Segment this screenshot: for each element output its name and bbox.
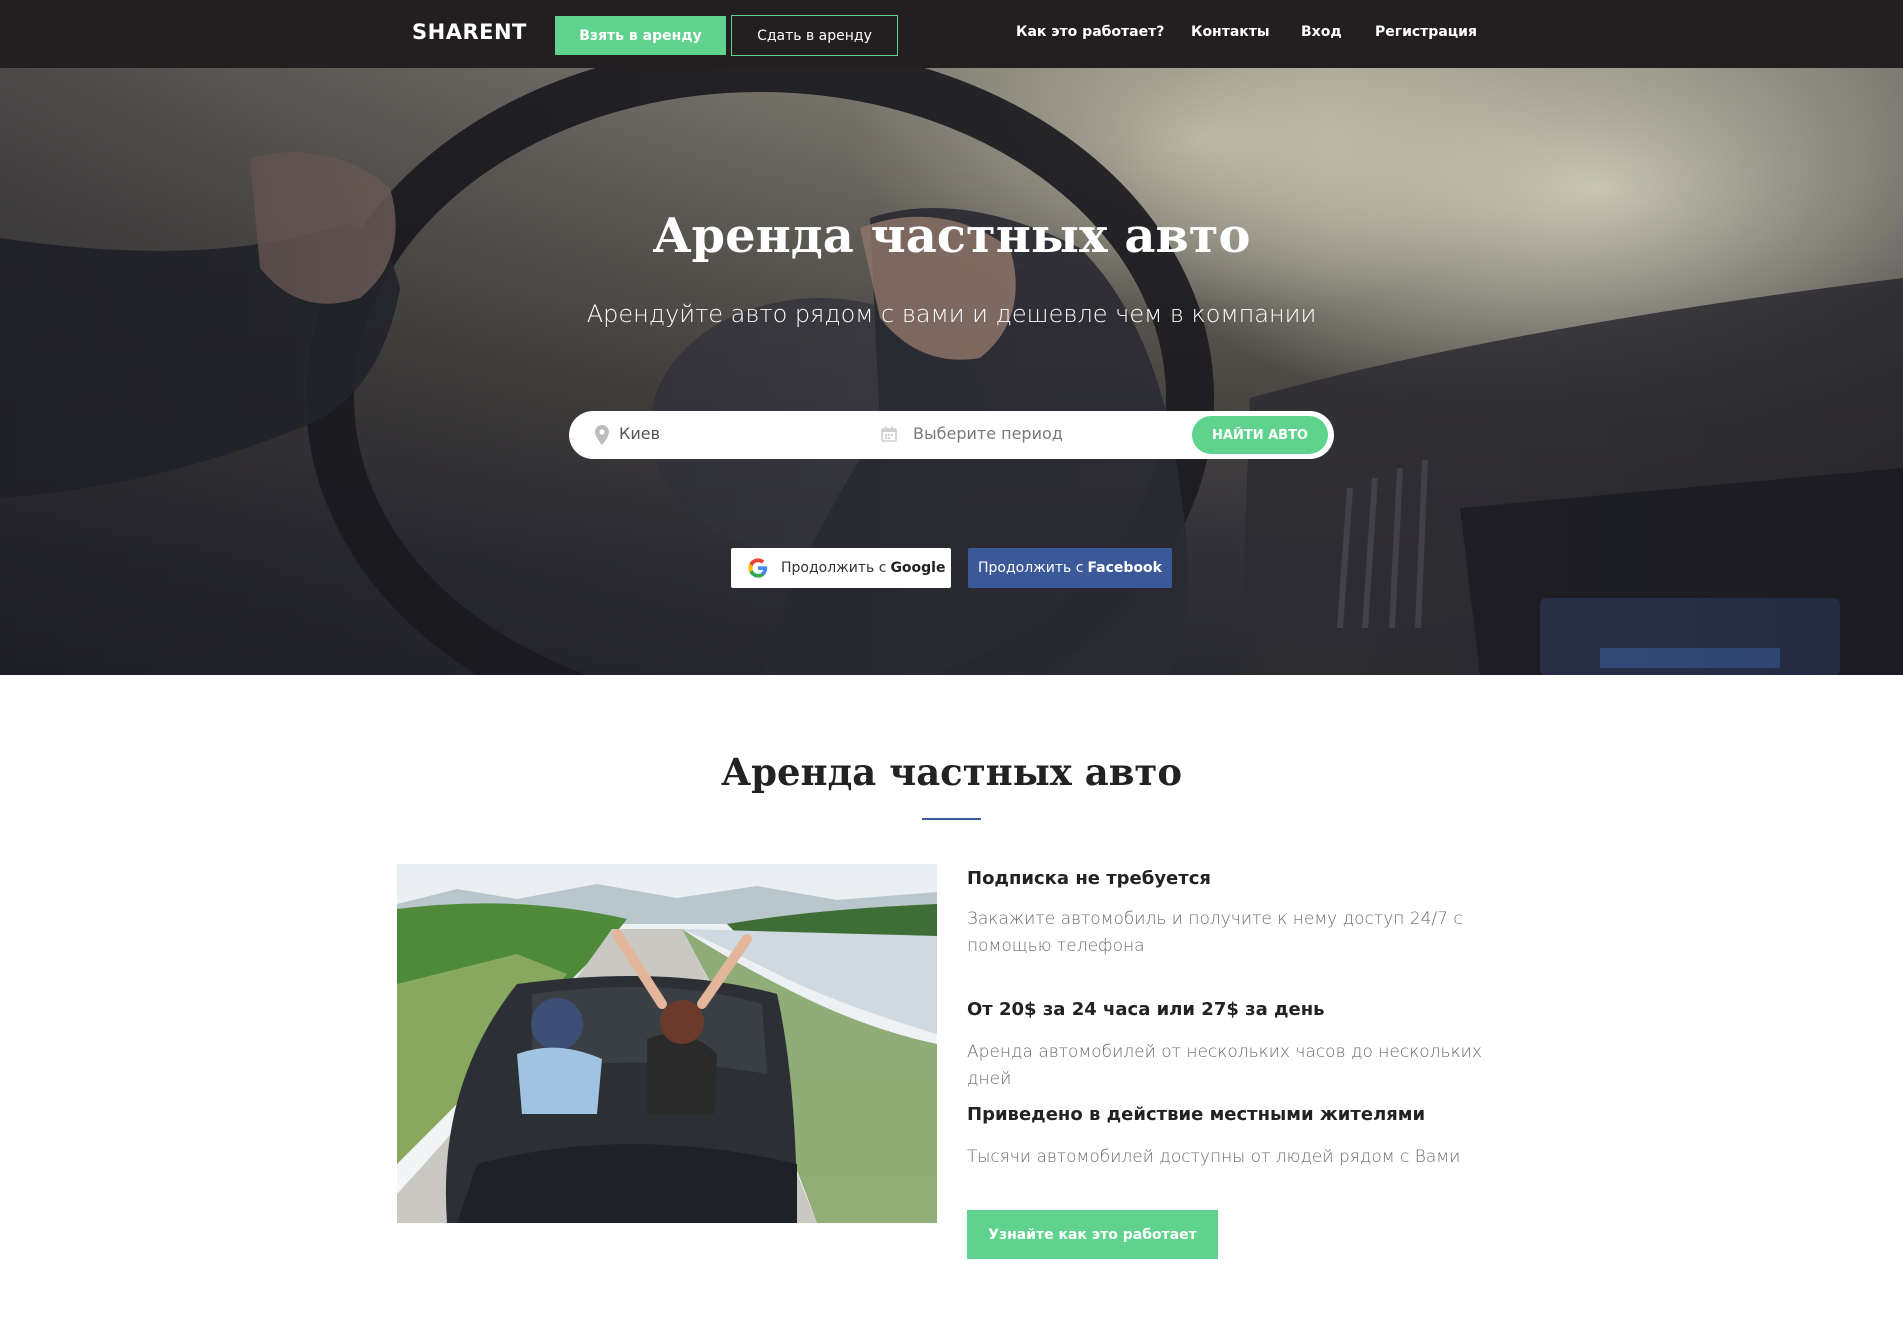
city-input[interactable]: Киев: [619, 424, 660, 443]
nav-link-how-it-works[interactable]: Как это работает?: [1016, 24, 1164, 40]
feature-heading-pricing: От 20$ за 24 часа или 27$ за день: [967, 999, 1325, 1020]
hero-banner: Аренда частных авто Арендуйте авто рядом…: [0, 68, 1903, 675]
hero-title: Аренда частных авто: [652, 208, 1251, 264]
feature-heading-no-subscription: Подписка не требуется: [967, 868, 1211, 889]
nav-link-contacts[interactable]: Контакты: [1191, 24, 1270, 40]
google-button-brand: Google: [890, 560, 946, 576]
section-title-underline: [922, 818, 981, 820]
nav-link-login[interactable]: Вход: [1301, 24, 1342, 40]
feature-text-pricing: Аренда автомобилей от нескольких часов д…: [967, 1042, 1482, 1089]
feature-text-no-subscription: Закажите автомобиль и получите к нему до…: [967, 909, 1463, 956]
facebook-button-prefix: Продолжить с: [978, 560, 1084, 576]
logo[interactable]: SHARENT: [412, 20, 527, 44]
section-title: Аренда частных авто: [720, 750, 1183, 794]
convertible-photo-illustration: [397, 864, 937, 1223]
search-bar: Киев Выберите период НАЙТИ АВТО: [569, 411, 1334, 459]
convertible-car-photo: [397, 864, 937, 1223]
lend-a-car-button[interactable]: Сдать в аренду: [731, 15, 898, 56]
find-car-button[interactable]: НАЙТИ АВТО: [1192, 416, 1328, 454]
nav-link-register[interactable]: Регистрация: [1375, 24, 1477, 40]
google-button-prefix: Продолжить с: [781, 560, 887, 576]
google-logo-icon: [748, 558, 768, 578]
continue-with-facebook-button[interactable]: Продолжить с Facebook: [968, 548, 1172, 588]
hero-overlay: [0, 68, 1903, 675]
facebook-button-brand: Facebook: [1087, 560, 1162, 576]
feature-heading-locals: Приведено в действие местными жителями: [967, 1104, 1426, 1125]
hero-subtitle: Арендуйте авто рядом с вами и дешевле че…: [586, 300, 1317, 328]
continue-with-google-button[interactable]: Продолжить с Google: [731, 548, 951, 588]
location-pin-icon: [595, 425, 609, 445]
feature-text-locals: Тысячи автомобилей доступны от людей ряд…: [967, 1147, 1461, 1167]
learn-how-it-works-button[interactable]: Узнайте как это работает: [967, 1210, 1218, 1259]
top-navbar: SHARENT Взять в аренду Сдать в аренду Ка…: [0, 0, 1903, 68]
period-input[interactable]: Выберите период: [913, 424, 1063, 443]
calendar-icon: [881, 426, 897, 442]
rent-a-car-button[interactable]: Взять в аренду: [555, 16, 726, 55]
